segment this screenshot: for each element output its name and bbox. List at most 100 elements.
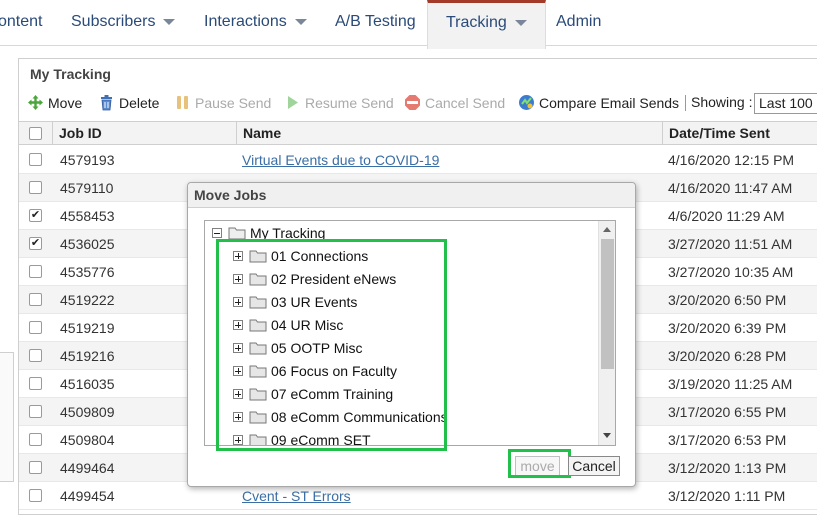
left-edge-tab	[0, 352, 14, 482]
cancel-dialog-button[interactable]: Cancel	[568, 456, 620, 476]
nav-tab-interactions[interactable]: Interactions	[204, 0, 307, 46]
job-id-cell: 4519222	[60, 292, 115, 308]
tree-root-label: My Tracking	[250, 225, 326, 241]
expand-icon[interactable]	[233, 389, 243, 399]
tree-folder-item[interactable]: 09 eComm SET	[233, 430, 371, 446]
folder-label: 06 Focus on Faculty	[271, 363, 398, 379]
delete-button[interactable]: Delete	[98, 94, 159, 111]
row-checkbox-checked[interactable]: ✔	[29, 209, 42, 222]
row-checkbox[interactable]	[29, 489, 42, 502]
move-arrows-icon	[27, 94, 44, 111]
folder-label: 03 UR Events	[271, 294, 358, 310]
delete-label: Delete	[119, 94, 160, 111]
folder-label: 09 eComm SET	[271, 432, 371, 446]
tree-scrollbar[interactable]	[598, 221, 615, 445]
row-checkbox[interactable]	[29, 349, 42, 362]
compare-label: Compare Email Sends	[539, 94, 680, 111]
table-header: Job ID Name Date/Time Sent	[19, 121, 817, 145]
date-sent-cell: 3/27/2020 10:35 AM	[668, 264, 794, 280]
date-sent-cell: 3/12/2020 1:11 PM	[668, 488, 786, 504]
expand-icon[interactable]	[233, 412, 243, 422]
expand-icon[interactable]	[233, 343, 243, 353]
job-id-cell: 4499464	[60, 460, 115, 476]
tree-folder-item[interactable]: 05 OOTP Misc	[233, 338, 363, 358]
nav-tab-ab-testing[interactable]: A/B Testing	[335, 0, 416, 46]
row-checkbox[interactable]	[29, 321, 42, 334]
job-name-link[interactable]: Virtual Events due to COVID-19	[242, 152, 439, 168]
expand-icon[interactable]	[233, 251, 243, 261]
folder-label: 02 President eNews	[271, 271, 397, 287]
nav-tab-label: Interactions	[204, 13, 287, 30]
date-sent-cell: 4/16/2020 12:15 PM	[668, 152, 795, 168]
date-sent-cell: 3/20/2020 6:50 PM	[668, 292, 787, 308]
tree-folder-item[interactable]: 06 Focus on Faculty	[233, 361, 397, 381]
row-checkbox[interactable]	[29, 153, 42, 166]
nav-tab-label: A/B Testing	[335, 13, 416, 30]
date-sent-cell: 3/17/2020 6:53 PM	[668, 432, 787, 448]
row-checkbox[interactable]	[29, 377, 42, 390]
scroll-down-icon[interactable]	[603, 433, 611, 438]
tree-folder-item[interactable]: 07 eComm Training	[233, 384, 393, 404]
nav-tab-subscribers[interactable]: Subscribers	[71, 0, 176, 46]
play-icon	[284, 94, 301, 111]
folder-open-icon	[228, 227, 246, 240]
showing-select[interactable]: Last 100 S	[754, 93, 817, 114]
row-checkbox[interactable]	[29, 293, 42, 306]
table-row[interactable]: 4579193 Virtual Events due to COVID-19 4/1…	[19, 146, 817, 174]
job-id-cell: 4509809	[60, 404, 115, 420]
folder-icon	[249, 388, 267, 401]
row-checkbox[interactable]	[29, 433, 42, 446]
chevron-down-icon	[514, 19, 527, 26]
column-header-date-sent[interactable]: Date/Time Sent	[662, 122, 817, 145]
expand-icon[interactable]	[233, 274, 243, 284]
job-id-cell: 4579193	[60, 152, 115, 168]
compare-email-sends-button[interactable]: Compare Email Sends	[518, 94, 679, 111]
resume-send-button[interactable]: Resume Send	[284, 94, 394, 111]
job-id-cell: 4558453	[60, 208, 115, 224]
nav-tab-tracking[interactable]: Tracking	[427, 0, 546, 49]
expand-icon[interactable]	[233, 366, 243, 376]
column-header-name[interactable]: Name	[236, 122, 662, 145]
folder-label: 07 eComm Training	[271, 386, 394, 402]
tree-folder-item[interactable]: 08 eComm Communications	[233, 407, 448, 427]
pause-send-button[interactable]: Pause Send	[174, 94, 271, 111]
job-name-link[interactable]: Cvent - ST Errors	[242, 488, 351, 504]
job-id-cell: 4519216	[60, 348, 115, 364]
date-sent-cell: 3/20/2020 6:39 PM	[668, 320, 787, 336]
folder-label: 08 eComm Communications	[271, 409, 448, 425]
tree-folder-item[interactable]: 02 President eNews	[233, 269, 396, 289]
collapse-icon[interactable]	[212, 228, 222, 238]
tree-root[interactable]: My Tracking	[212, 223, 325, 243]
date-sent-cell: 3/12/2020 1:13 PM	[668, 460, 787, 476]
move-button[interactable]: Move	[27, 94, 82, 111]
move-confirm-button[interactable]: move	[515, 456, 560, 476]
expand-icon[interactable]	[233, 435, 243, 445]
scroll-thumb[interactable]	[601, 239, 614, 369]
select-all-checkbox[interactable]	[29, 127, 42, 140]
folder-label: 05 OOTP Misc	[271, 340, 363, 356]
cancel-send-button[interactable]: Cancel Send	[404, 94, 505, 111]
nav-tab-admin[interactable]: Admin	[556, 0, 601, 46]
folder-icon	[249, 411, 267, 424]
folder-tree: My Tracking 01 Connections 02 President e…	[204, 220, 616, 446]
scroll-up-icon[interactable]	[603, 227, 611, 232]
tree-folder-item[interactable]: 03 UR Events	[233, 292, 357, 312]
expand-icon[interactable]	[233, 297, 243, 307]
job-id-cell: 4536025	[60, 236, 115, 252]
row-checkbox[interactable]	[29, 405, 42, 418]
date-sent-cell: 3/20/2020 6:28 PM	[668, 348, 787, 364]
expand-icon[interactable]	[233, 320, 243, 330]
job-id-cell: 4535776	[60, 264, 115, 280]
row-checkbox[interactable]	[29, 461, 42, 474]
nav-tab-content[interactable]: ontent	[0, 0, 42, 46]
row-checkbox-checked[interactable]: ✔	[29, 237, 42, 250]
stop-sign-icon	[404, 94, 421, 111]
pause-send-label: Pause Send	[195, 94, 272, 111]
tree-folder-item[interactable]: 01 Connections	[233, 246, 368, 266]
folder-icon	[249, 342, 267, 355]
row-checkbox[interactable]	[29, 181, 42, 194]
tree-folder-item[interactable]: 04 UR Misc	[233, 315, 343, 335]
row-checkbox[interactable]	[29, 265, 42, 278]
date-sent-cell: 3/19/2020 11:25 AM	[668, 376, 793, 392]
column-header-job-id[interactable]: Job ID	[52, 122, 236, 145]
